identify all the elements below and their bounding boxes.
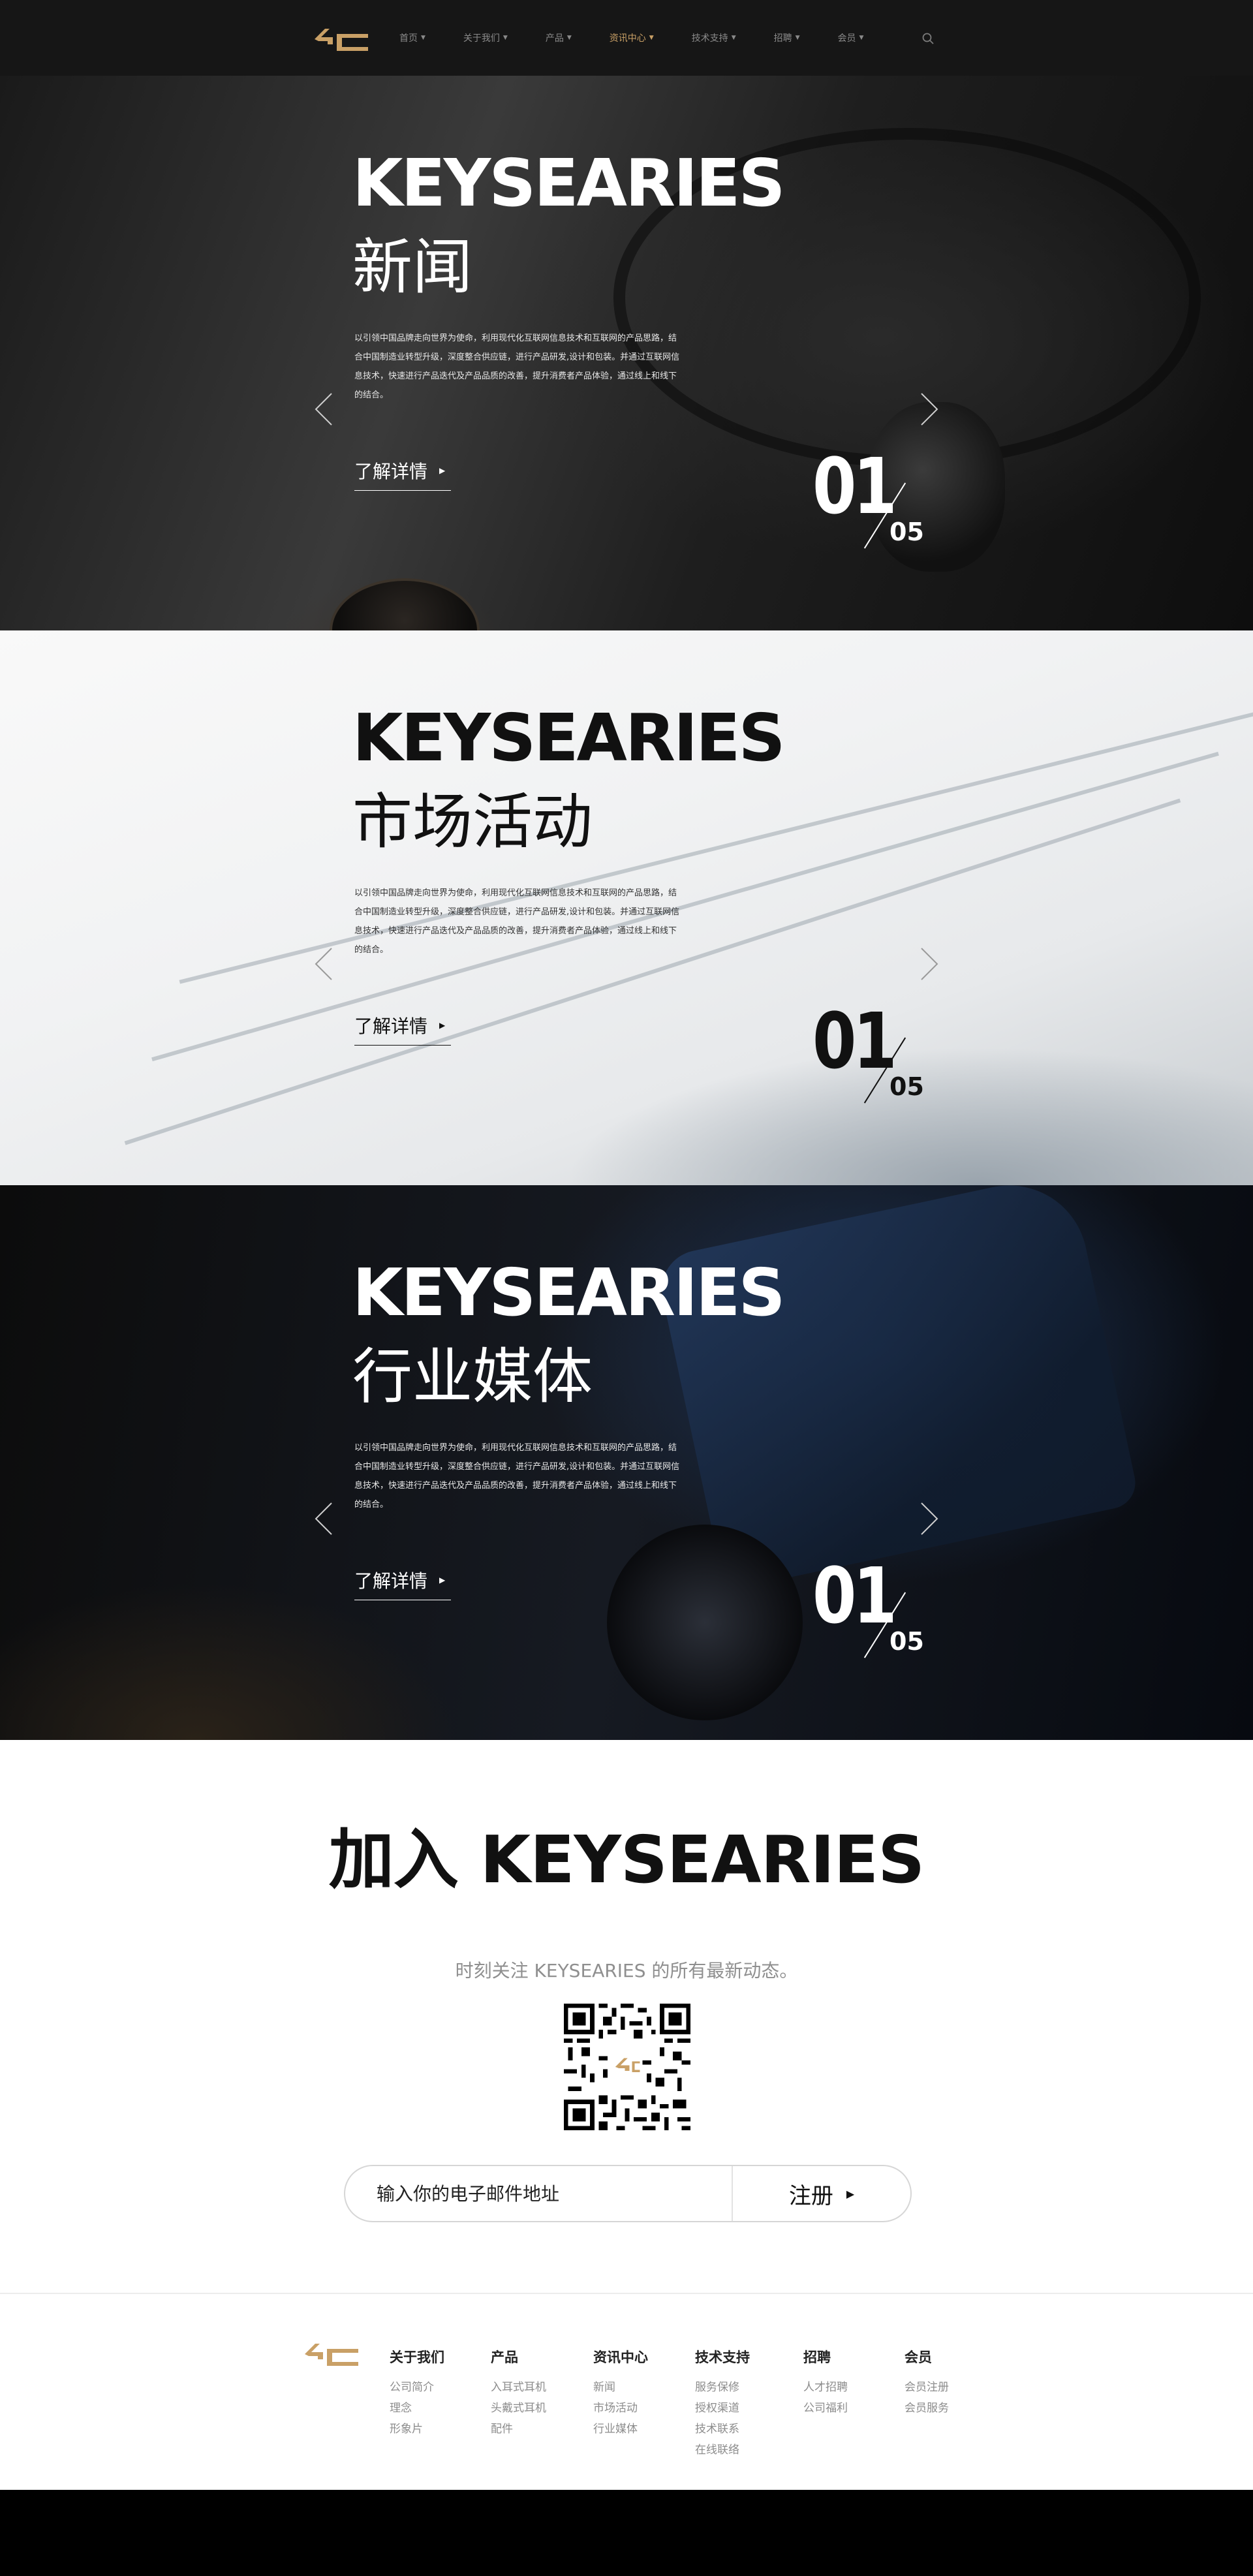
market-activity-banner-slide: KEYSEARIES 市场活动 以引领中国品牌走向世界为使命，利用现代化互联网信… [0,630,1253,1185]
email-signup-form: 注册 ▶ [344,2165,912,2222]
signup-button[interactable]: 注册 ▶ [733,2166,910,2221]
caret-down-icon: ▼ [859,35,864,41]
play-triangle-icon: ▶ [439,466,446,475]
footer-heading: 资讯中心 [593,2350,648,2365]
chevron-left-icon[interactable] [312,1500,334,1537]
footer-link[interactable]: 在线联络 [695,2440,750,2460]
slide-total-count: 05 [889,1627,924,1656]
footer-link[interactable]: 新闻 [593,2377,648,2398]
caret-down-icon: ▼ [421,35,425,41]
slide-description: 以引领中国品牌走向世界为使命，利用现代化互联网信息技术和互联网的产品思路，结合中… [354,1443,680,1510]
slide-title-en: KEYSEARIES [352,1254,785,1331]
nav-label: 产品 [545,33,564,44]
slide-title-en: KEYSEARIES [352,145,785,221]
email-input[interactable] [345,2166,732,2221]
footer-heading: 招聘 [803,2350,831,2365]
footer-link[interactable]: 配件 [491,2419,546,2440]
search-icon[interactable] [921,32,935,45]
caret-down-icon: ▼ [649,35,654,41]
join-title: 加入 KEYSEARIES [328,1822,925,1898]
signup-label: 注册 [788,2182,833,2209]
footer-column-products: 产品 入耳式耳机 头戴式耳机 配件 [491,2347,546,2440]
chevron-right-icon[interactable] [919,391,941,427]
nav-label: 关于我们 [463,33,500,44]
nav-label: 招聘 [773,33,792,44]
join-subtitle: 时刻关注 KEYSEARIES 的所有最新动态。 [455,1960,798,1981]
learn-more-link[interactable]: 了解详情 ▶ [354,1567,451,1600]
brand-logo-icon[interactable] [312,25,371,54]
qr-code-icon [564,2004,690,2130]
chevron-right-icon[interactable] [919,1500,941,1537]
slide-title-en: KEYSEARIES [352,700,785,776]
footer-link[interactable]: 会员服务 [905,2398,949,2419]
play-triangle-icon: ▶ [439,1575,446,1585]
slide-total-count: 05 [889,518,924,546]
learn-more-label: 了解详情 [354,1016,428,1037]
footer-link[interactable]: 会员注册 [905,2377,949,2398]
learn-more-link[interactable]: 了解详情 ▶ [354,458,451,491]
learn-more-label: 了解详情 [354,461,428,482]
caret-down-icon: ▼ [795,35,800,41]
caret-down-icon: ▼ [503,35,508,41]
chevron-left-icon[interactable] [312,391,334,427]
nav-item-careers[interactable]: 招聘 ▼ [774,31,800,44]
footer-column-about: 关于我们 公司简介 理念 形象片 [390,2347,444,2440]
nav-item-about[interactable]: 关于我们 ▼ [463,31,508,44]
play-triangle-icon: ▶ [439,1021,446,1030]
learn-more-link[interactable]: 了解详情 ▶ [354,1012,451,1046]
slide-title-cn: 市场活动 [352,787,593,857]
brand-logo-icon[interactable] [302,2340,361,2368]
nav-label: 首页 [399,33,418,44]
caret-down-icon: ▼ [566,35,572,41]
nav-label: 会员 [837,33,856,44]
footer-heading: 产品 [491,2350,518,2365]
footer-link[interactable]: 授权渠道 [695,2398,750,2419]
footer-column-news: 资讯中心 新闻 市场活动 行业媒体 [593,2347,648,2440]
nav-item-members[interactable]: 会员 ▼ [838,31,864,44]
footer-heading: 关于我们 [390,2350,444,2365]
nav-label: 资讯中心 [609,33,646,44]
chevron-right-icon[interactable] [919,946,941,982]
footer-link[interactable]: 理念 [390,2398,444,2419]
footer-link[interactable]: 形象片 [390,2419,444,2440]
footer-link[interactable]: 头戴式耳机 [491,2398,546,2419]
slide-current-index: 01 [812,996,897,1086]
slide-current-index: 01 [812,441,897,531]
footer-heading: 会员 [905,2350,932,2365]
learn-more-label: 了解详情 [354,1570,428,1592]
footer-bottom-band [0,2490,1253,2576]
slide-title-cn: 新闻 [352,232,473,302]
footer-link[interactable]: 公司福利 [803,2398,848,2419]
slide-description: 以引领中国品牌走向世界为使命，利用现代化互联网信息技术和互联网的产品思路，结合中… [354,334,680,400]
footer-link[interactable]: 技术联系 [695,2419,750,2440]
footer-link[interactable]: 服务保修 [695,2377,750,2398]
play-triangle-icon: ▶ [846,2187,855,2200]
footer-heading: 技术支持 [695,2350,750,2365]
nav-label: 技术支持 [691,33,728,44]
footer-column-careers: 招聘 人才招聘 公司福利 [803,2347,848,2419]
slide-description: 以引领中国品牌走向世界为使命，利用现代化互联网信息技术和互联网的产品思路，结合中… [354,888,680,955]
footer-link[interactable]: 公司简介 [390,2377,444,2398]
footer-link[interactable]: 人才招聘 [803,2377,848,2398]
slide-current-index: 01 [812,1551,897,1641]
footer-link[interactable]: 入耳式耳机 [491,2377,546,2398]
news-banner-slide: KEYSEARIES 新闻 以引领中国品牌走向世界为使命，利用现代化互联网信息技… [0,76,1253,630]
industry-media-banner-slide: KEYSEARIES 行业媒体 以引领中国品牌走向世界为使命，利用现代化互联网信… [0,1185,1253,1740]
footer-column-members: 会员 会员注册 会员服务 [905,2347,949,2419]
nav-item-products[interactable]: 产品 ▼ [546,31,572,44]
footer-link[interactable]: 市场活动 [593,2398,648,2419]
footer-divider [0,2293,1253,2294]
footer-link[interactable]: 行业媒体 [593,2419,648,2440]
slide-total-count: 05 [889,1072,924,1101]
camera-lens-image [607,1525,803,1720]
footer-column-support: 技术支持 服务保修 授权渠道 技术联系 在线联络 [695,2347,750,2460]
nav-item-news-center[interactable]: 资讯中心 ▼ [610,31,654,44]
main-nav: 首页 ▼ 关于我们 ▼ 产品 ▼ 资讯中心 ▼ 技术支持 ▼ 招聘 ▼ 会员 ▼ [399,0,934,76]
caret-down-icon: ▼ [731,35,736,41]
nav-item-home[interactable]: 首页 ▼ [399,31,425,44]
slide-title-cn: 行业媒体 [352,1342,593,1412]
top-navigation-bar: 首页 ▼ 关于我们 ▼ 产品 ▼ 资讯中心 ▼ 技术支持 ▼ 招聘 ▼ 会员 ▼ [0,0,1253,76]
nav-item-support[interactable]: 技术支持 ▼ [692,31,736,44]
chevron-left-icon[interactable] [312,946,334,982]
